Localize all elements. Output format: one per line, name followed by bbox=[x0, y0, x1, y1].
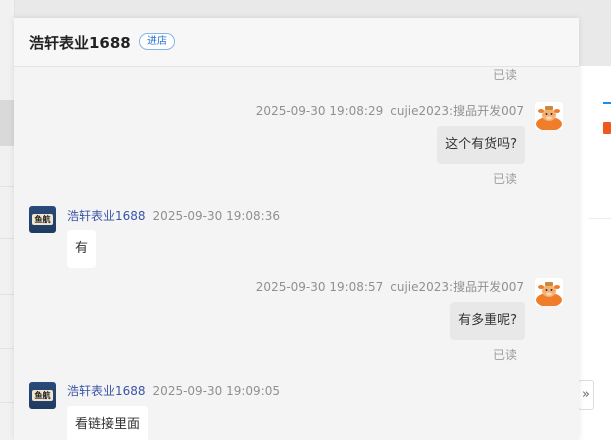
outgoing-message-bubble: 有多重呢? bbox=[450, 302, 525, 340]
message-meta: 浩轩表业1688 2025-09-30 19:08:36 bbox=[67, 207, 280, 224]
divider bbox=[0, 186, 14, 187]
shop-logo-icon: 鱼航 bbox=[32, 390, 53, 401]
message-meta: 2025-09-30 19:08:57 cujie2023:搜品开发007 bbox=[256, 278, 524, 295]
badge-icon bbox=[603, 122, 611, 134]
sender-name-link[interactable]: 浩轩表业1688 bbox=[67, 384, 146, 398]
read-receipt: 已读 bbox=[493, 68, 518, 82]
sender-name: cujie2023:搜品开发007 bbox=[390, 104, 524, 118]
background-block bbox=[0, 100, 14, 146]
visit-store-button[interactable]: 进店 bbox=[139, 33, 175, 50]
shop-logo-icon: 鱼航 bbox=[32, 214, 53, 225]
read-receipt: 已读 bbox=[493, 172, 518, 186]
divider bbox=[0, 238, 14, 239]
message-time: 2025-09-30 19:08:36 bbox=[152, 209, 280, 223]
shop-name-title: 浩轩表业1688 bbox=[29, 34, 131, 52]
message-time: 2025-09-30 19:08:29 bbox=[255, 104, 384, 118]
message-meta: 2025-09-30 19:08:29 cujie2023:搜品开发007 bbox=[256, 102, 524, 119]
divider bbox=[0, 402, 14, 403]
background-sidebar bbox=[0, 0, 15, 440]
incoming-message-bubble: 有 bbox=[67, 230, 97, 268]
read-receipt: 已读 bbox=[493, 348, 518, 362]
active-tab-indicator bbox=[603, 102, 611, 104]
sender-name: cujie2023:搜品开发007 bbox=[390, 280, 524, 294]
divider bbox=[0, 348, 14, 349]
expand-panel-button[interactable]: » bbox=[578, 380, 594, 410]
incoming-message-bubble: 看链接里面 bbox=[67, 406, 149, 440]
outgoing-message-bubble: 这个有货吗? bbox=[437, 126, 525, 164]
divider bbox=[0, 294, 14, 295]
divider bbox=[589, 218, 611, 219]
sender-name-link[interactable]: 浩轩表业1688 bbox=[67, 209, 146, 223]
shop-avatar[interactable]: 鱼航 bbox=[29, 382, 56, 409]
shop-avatar[interactable]: 鱼航 bbox=[29, 206, 56, 233]
message-meta: 浩轩表业1688 2025-09-30 19:09:05 bbox=[67, 382, 280, 399]
cartoon-cow-avatar-icon bbox=[536, 282, 562, 306]
my-avatar[interactable] bbox=[535, 102, 563, 130]
chat-header: 浩轩表业1688 进店 bbox=[14, 18, 579, 67]
message-time: 2025-09-30 19:09:05 bbox=[152, 384, 280, 398]
my-avatar[interactable] bbox=[535, 278, 563, 306]
message-time: 2025-09-30 19:08:57 bbox=[255, 280, 384, 294]
chat-window: 浩轩表业1688 进店 已读 2025-09-30 19:08:29 cujie2… bbox=[14, 18, 579, 440]
cartoon-cow-avatar-icon bbox=[536, 106, 562, 130]
double-chevron-right-icon: » bbox=[582, 387, 590, 402]
